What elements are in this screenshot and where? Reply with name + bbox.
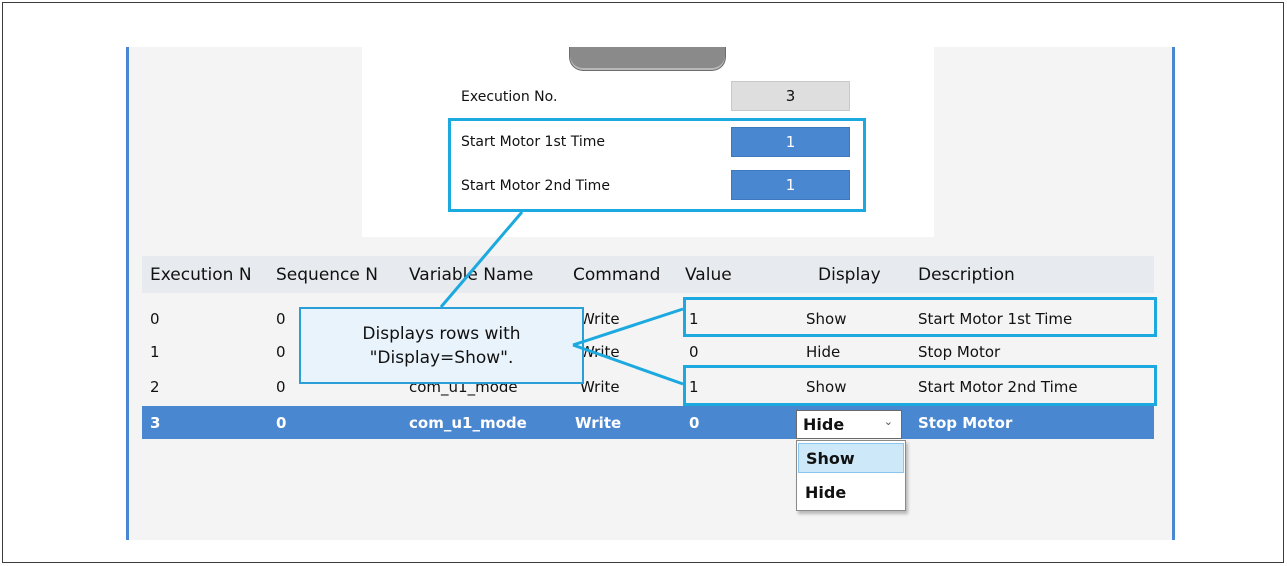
callout-box: Displays rows with "Display=Show". (299, 307, 584, 384)
cell-description: Stop Motor (918, 414, 1013, 432)
column-header-execution[interactable]: Execution N (142, 256, 268, 293)
cell-variable: com_u1_mode (409, 414, 527, 432)
cell-execution: 1 (150, 343, 160, 361)
cell-execution: 3 (150, 414, 161, 432)
cell-execution: 2 (150, 378, 160, 396)
cell-display[interactable]: Hide (796, 339, 906, 365)
display-dropdown-value: Hide (803, 415, 845, 434)
execution-no-label: Execution No. (461, 89, 558, 105)
row-highlight-1st (683, 297, 1157, 337)
cell-description: Stop Motor (918, 343, 1001, 361)
cell-command: Write (575, 414, 622, 432)
column-header-command[interactable]: Command (565, 256, 677, 293)
column-header-variable[interactable]: Variable Name (401, 256, 565, 293)
dropdown-option-hide[interactable]: Hide (798, 477, 904, 507)
cell-value: 0 (689, 343, 699, 361)
dropdown-option-show[interactable]: Show (798, 443, 904, 473)
column-header-sequence[interactable]: Sequence N (268, 256, 401, 293)
chevron-down-icon[interactable]: ⌄ (884, 415, 893, 428)
callout-line-1: Displays rows with (362, 323, 521, 344)
top-button[interactable] (569, 47, 726, 71)
row-highlight-2nd (683, 365, 1157, 406)
cell-sequence: 0 (276, 414, 287, 432)
cell-execution: 0 (150, 310, 160, 328)
column-header-description[interactable]: Description (906, 256, 1154, 293)
form-highlight-box (448, 118, 866, 212)
column-header-value[interactable]: Value (677, 256, 787, 293)
column-header-display[interactable]: Display (796, 256, 906, 293)
cell-value: 0 (689, 414, 700, 432)
display-dropdown-list: Show Hide (796, 440, 906, 511)
callout-line-2: "Display=Show". (369, 347, 514, 368)
execution-no-value: 3 (731, 81, 850, 111)
display-dropdown[interactable]: Hide ⌄ (796, 410, 902, 439)
